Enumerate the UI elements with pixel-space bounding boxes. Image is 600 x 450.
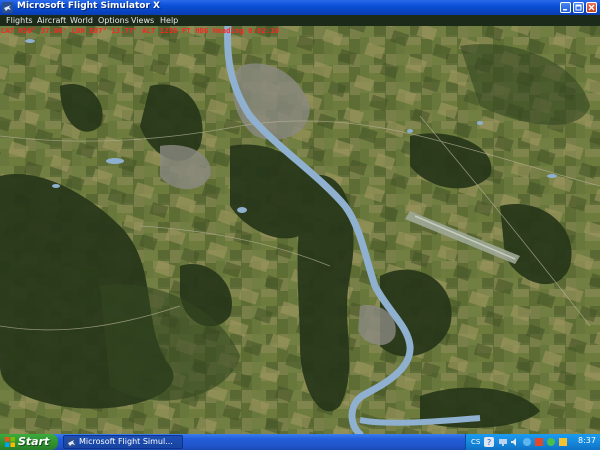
window-title: Microsoft Flight Simulator X <box>17 1 160 11</box>
status-readout: LAT N50° 37.06' LON E07° 13.77' ALT 1250… <box>1 27 280 35</box>
speaker-icon[interactable] <box>522 437 532 447</box>
clock[interactable]: 8:37 <box>578 436 596 445</box>
taskbar-item-flight-simulator[interactable]: Microsoft Flight Simul... <box>63 435 183 449</box>
windows-logo-icon <box>5 437 15 447</box>
menu-help[interactable]: Help <box>160 15 178 26</box>
start-label: Start <box>18 435 50 448</box>
menu-bar: Flights Aircraft World Options Views Hel… <box>0 15 600 26</box>
messenger-icon[interactable] <box>546 437 556 447</box>
scenery-map-view[interactable]: LAT N50° 37.06' LON E07° 13.77' ALT 1250… <box>0 26 600 434</box>
taskbar-item-label: Microsoft Flight Simul... <box>79 437 173 446</box>
minimize-button[interactable] <box>560 2 571 13</box>
antivirus-icon[interactable] <box>534 437 544 447</box>
menu-options[interactable]: Options <box>98 15 129 26</box>
menu-aircraft[interactable]: Aircraft <box>37 15 66 26</box>
help-icon[interactable]: ? <box>484 437 494 447</box>
svg-text:?: ? <box>487 438 491 447</box>
update-icon[interactable] <box>558 437 568 447</box>
satellite-terrain <box>0 26 600 434</box>
title-bar[interactable]: Microsoft Flight Simulator X <box>0 0 600 15</box>
maximize-button[interactable] <box>573 2 584 13</box>
taskbar: Start Microsoft Flight Simul... CS ? 8:3… <box>0 434 600 450</box>
network-icon[interactable] <box>498 437 508 447</box>
system-tray: CS ? 8:37 <box>465 434 600 450</box>
close-button[interactable] <box>586 2 597 13</box>
flightsim-app-icon <box>67 438 76 447</box>
flightsim-app-icon <box>2 2 13 13</box>
volume-icon[interactable] <box>510 437 520 447</box>
menu-world[interactable]: World <box>70 15 93 26</box>
menu-views[interactable]: Views <box>131 15 154 26</box>
start-button[interactable]: Start <box>0 434 58 450</box>
menu-flights[interactable]: Flights <box>6 15 33 26</box>
language-indicator[interactable]: CS <box>471 437 480 447</box>
